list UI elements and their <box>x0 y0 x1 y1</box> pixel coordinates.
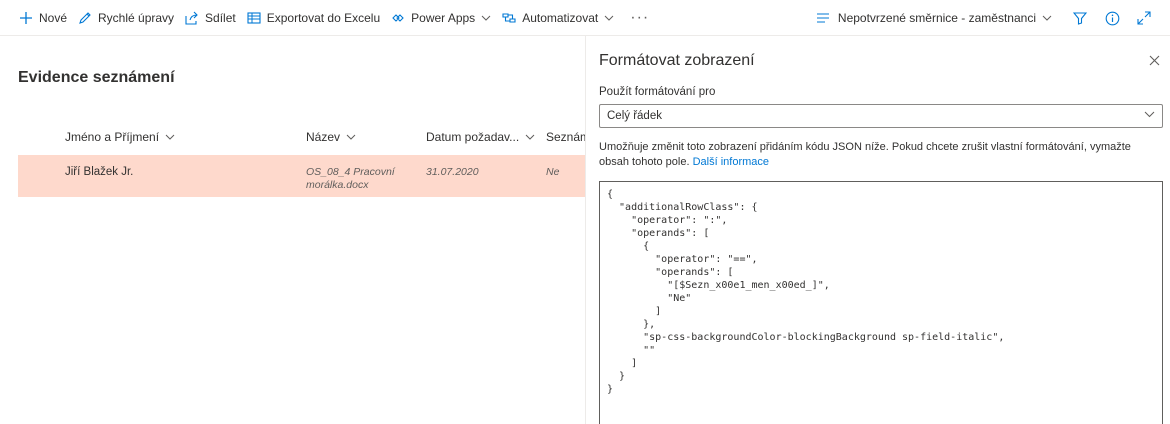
panel-title: Formátovat zobrazení <box>599 52 755 69</box>
close-icon <box>1149 55 1160 66</box>
view-name: Nepotvrzené směrnice - zaměstnanci <box>837 11 1036 25</box>
share-icon <box>184 10 200 26</box>
chevron-down-icon <box>1144 111 1155 118</box>
add-icon <box>18 10 34 26</box>
column-header-name[interactable]: Jméno a Příjmení <box>65 130 175 144</box>
json-editor[interactable]: { "additionalRowClass": { "operator": ":… <box>599 181 1163 424</box>
automate-icon <box>501 10 517 26</box>
powerapps-button[interactable]: Power Apps <box>386 0 497 36</box>
chevron-down-icon <box>1042 15 1052 21</box>
chevron-down-icon <box>525 134 535 140</box>
new-button-label: Nové <box>39 10 68 25</box>
powerapps-label: Power Apps <box>411 10 476 25</box>
expand-button[interactable] <box>1128 2 1160 34</box>
command-bar-right: Nepotvrzené směrnice - zaměstnanci <box>816 0 1160 36</box>
view-list-icon <box>816 12 830 24</box>
cell-document[interactable]: OS_08_4 Pracovní morálka.docx <box>306 166 416 192</box>
filter-button[interactable] <box>1064 2 1096 34</box>
cell-date: 31.07.2020 <box>426 166 479 178</box>
column-headers: Jméno a Příjmení Název Datum požadav... … <box>18 122 590 152</box>
chevron-down-icon <box>165 134 175 140</box>
share-button[interactable]: Sdílet <box>180 0 242 36</box>
share-label: Sdílet <box>205 10 236 25</box>
cell-document-line: morálka.docx <box>306 179 369 191</box>
column-header-label: Název <box>306 130 341 144</box>
column-header-label: Jméno a Příjmení <box>65 130 160 144</box>
chevron-down-icon <box>481 15 491 21</box>
apply-formatting-label: Použít formátování pro <box>599 86 716 98</box>
column-header-label: Seznám <box>546 130 591 144</box>
column-header-label: Datum požadav... <box>426 130 520 144</box>
chevron-down-icon <box>604 15 614 21</box>
new-button[interactable]: Nové <box>14 0 73 36</box>
dropdown-value: Celý řádek <box>607 110 662 122</box>
column-header-title[interactable]: Název <box>306 130 356 144</box>
export-label: Exportovat do Excelu <box>266 10 381 25</box>
table-row[interactable]: Jiří Blažek Jr. OS_08_4 Pracovní morálka… <box>18 155 585 197</box>
filter-icon <box>1073 11 1087 25</box>
excel-icon <box>246 10 262 26</box>
more-icon: ··· <box>630 8 650 26</box>
automate-button[interactable]: Automatizovat <box>497 0 620 36</box>
quick-edit-label: Rychlé úpravy <box>98 10 175 25</box>
list-title: Evidence seznámení <box>18 69 175 86</box>
cell-document-line: OS_08_4 Pracovní <box>306 166 395 178</box>
chevron-down-icon <box>346 134 356 140</box>
info-button[interactable] <box>1096 2 1128 34</box>
automate-label: Automatizovat <box>522 10 599 25</box>
command-bar: Nové Rychlé úpravy Sdílet Exportovat do … <box>0 0 1170 36</box>
column-header-ack[interactable]: Seznám <box>546 130 590 144</box>
info-icon <box>1105 11 1120 26</box>
cell-name[interactable]: Jiří Blažek Jr. <box>65 166 133 178</box>
more-commands-button[interactable]: ··· <box>620 0 659 36</box>
cell-acknowledged: Ne <box>546 166 560 178</box>
more-info-link[interactable]: Další informace <box>693 156 769 168</box>
expand-icon <box>1137 11 1151 25</box>
powerapps-icon <box>390 10 406 26</box>
view-selector[interactable]: Nepotvrzené směrnice - zaměstnanci <box>816 11 1064 25</box>
description: Umožňuje změnit toto zobrazení přidáním … <box>599 141 1131 168</box>
apply-formatting-dropdown[interactable]: Celý řádek <box>599 104 1163 128</box>
export-excel-button[interactable]: Exportovat do Excelu <box>242 0 386 36</box>
close-button[interactable] <box>1144 50 1164 70</box>
edit-icon <box>77 10 93 26</box>
quick-edit-button[interactable]: Rychlé úpravy <box>73 0 180 36</box>
json-code[interactable]: { "additionalRowClass": { "operator": ":… <box>607 188 1155 396</box>
column-header-date[interactable]: Datum požadav... <box>426 130 535 144</box>
description-text: Umožňuje změnit toto zobrazení přidáním … <box>599 140 1159 170</box>
format-view-panel: Formátovat zobrazení Použít formátování … <box>585 36 1170 424</box>
